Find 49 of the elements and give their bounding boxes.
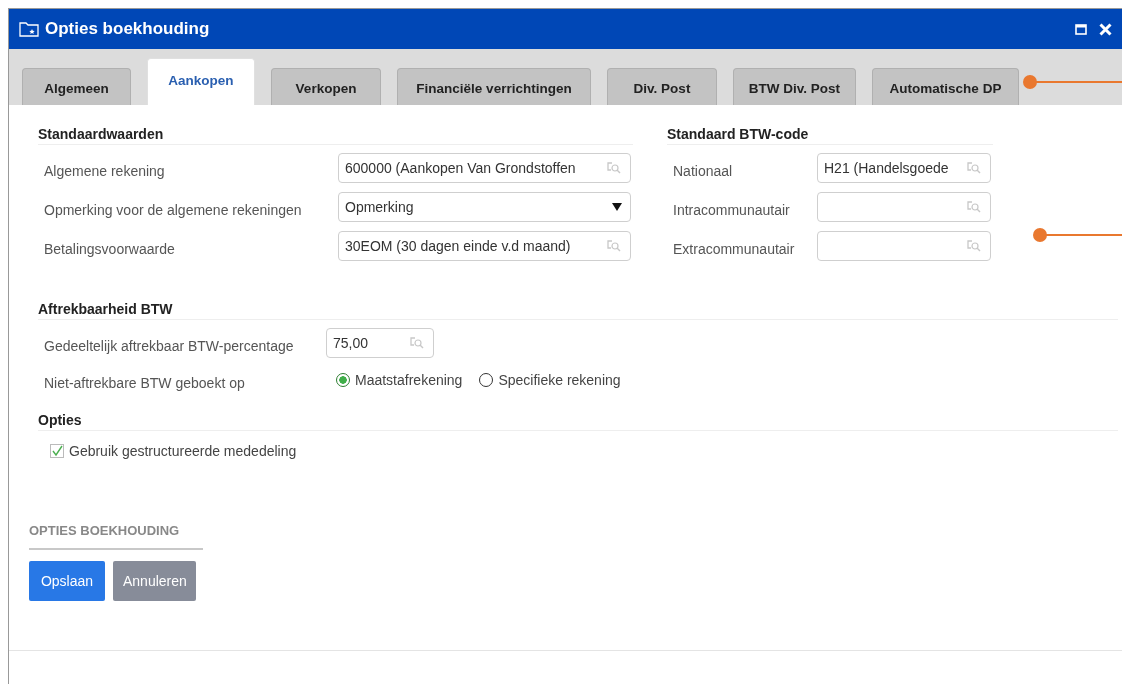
radio-label: Specifieke rekening <box>498 372 621 388</box>
field-label: Niet-aftrekbare BTW geboekt op <box>44 374 246 391</box>
tab[interactable]: Aankopen <box>147 58 255 105</box>
field-label: Nationaal <box>673 161 734 179</box>
section-heading: Standaard BTW-code <box>667 125 810 144</box>
field-label: Betalingsvoorwaarde <box>44 239 176 257</box>
save-button[interactable]: Opslaan <box>29 561 105 601</box>
search-icon[interactable] <box>966 199 982 214</box>
section-heading: Opties <box>38 411 83 430</box>
field-label: Gedeeltelijk aftrekbaar BTW-percentage <box>44 336 295 354</box>
field-label: Opmerking voor de algemene rekeningen <box>44 200 303 218</box>
search-icon[interactable] <box>606 238 622 253</box>
field-value: 600000 (Aankopen Van Grondstoffen <box>345 159 577 176</box>
field-value: H21 (Handelsgoede <box>824 159 950 176</box>
footer-title: OPTIES BOEKHOUDING <box>29 523 203 550</box>
field-value: 30EOM (30 dagen einde v.d maand) <box>345 237 572 254</box>
search-icon[interactable] <box>606 160 622 175</box>
lookup-field[interactable] <box>817 191 991 222</box>
tab[interactable]: Financiële verrichtingen <box>397 68 591 105</box>
section-heading: Aftrekbaarheid BTW <box>38 300 174 319</box>
checkbox[interactable] <box>50 444 64 458</box>
window-title: Opties boekhouding <box>45 19 211 39</box>
tab[interactable]: Verkopen <box>271 68 381 105</box>
field-value: 75,00 <box>333 334 370 351</box>
maximize-icon[interactable] <box>1075 23 1087 35</box>
folder-icon <box>19 21 39 37</box>
tab[interactable]: BTW Div. Post <box>733 68 856 105</box>
search-icon[interactable] <box>966 238 982 253</box>
search-icon[interactable] <box>966 160 982 175</box>
field-value: Opmerking <box>345 198 415 215</box>
close-icon[interactable] <box>1099 22 1112 36</box>
field-label: Intracommunautair <box>673 200 791 218</box>
checkbox-label: Gebruik gestructureerde mededeling <box>69 443 297 459</box>
lookup-field[interactable]: 600000 (Aankopen Van Grondstoffen <box>338 152 631 183</box>
tab[interactable]: Algemeen <box>22 68 131 105</box>
lookup-field[interactable]: H21 (Handelsgoede <box>817 152 991 183</box>
radio-label: Maatstafrekening <box>355 372 463 388</box>
search-icon[interactable] <box>409 335 425 350</box>
lookup-field[interactable]: 75,00 <box>326 327 434 358</box>
caret-icon <box>612 202 622 211</box>
field-label: Algemene rekening <box>44 161 166 179</box>
dropdown-field[interactable]: Opmerking <box>338 191 631 222</box>
field-label: Extracommunautair <box>673 239 796 257</box>
lookup-field[interactable] <box>817 230 991 261</box>
section-heading: Standaardwaarden <box>38 125 165 144</box>
radio-button[interactable] <box>336 373 350 387</box>
tab[interactable]: Automatische DP <box>872 68 1019 105</box>
lookup-field[interactable]: 30EOM (30 dagen einde v.d maand) <box>338 230 631 261</box>
tab[interactable]: Div. Post <box>607 68 717 105</box>
